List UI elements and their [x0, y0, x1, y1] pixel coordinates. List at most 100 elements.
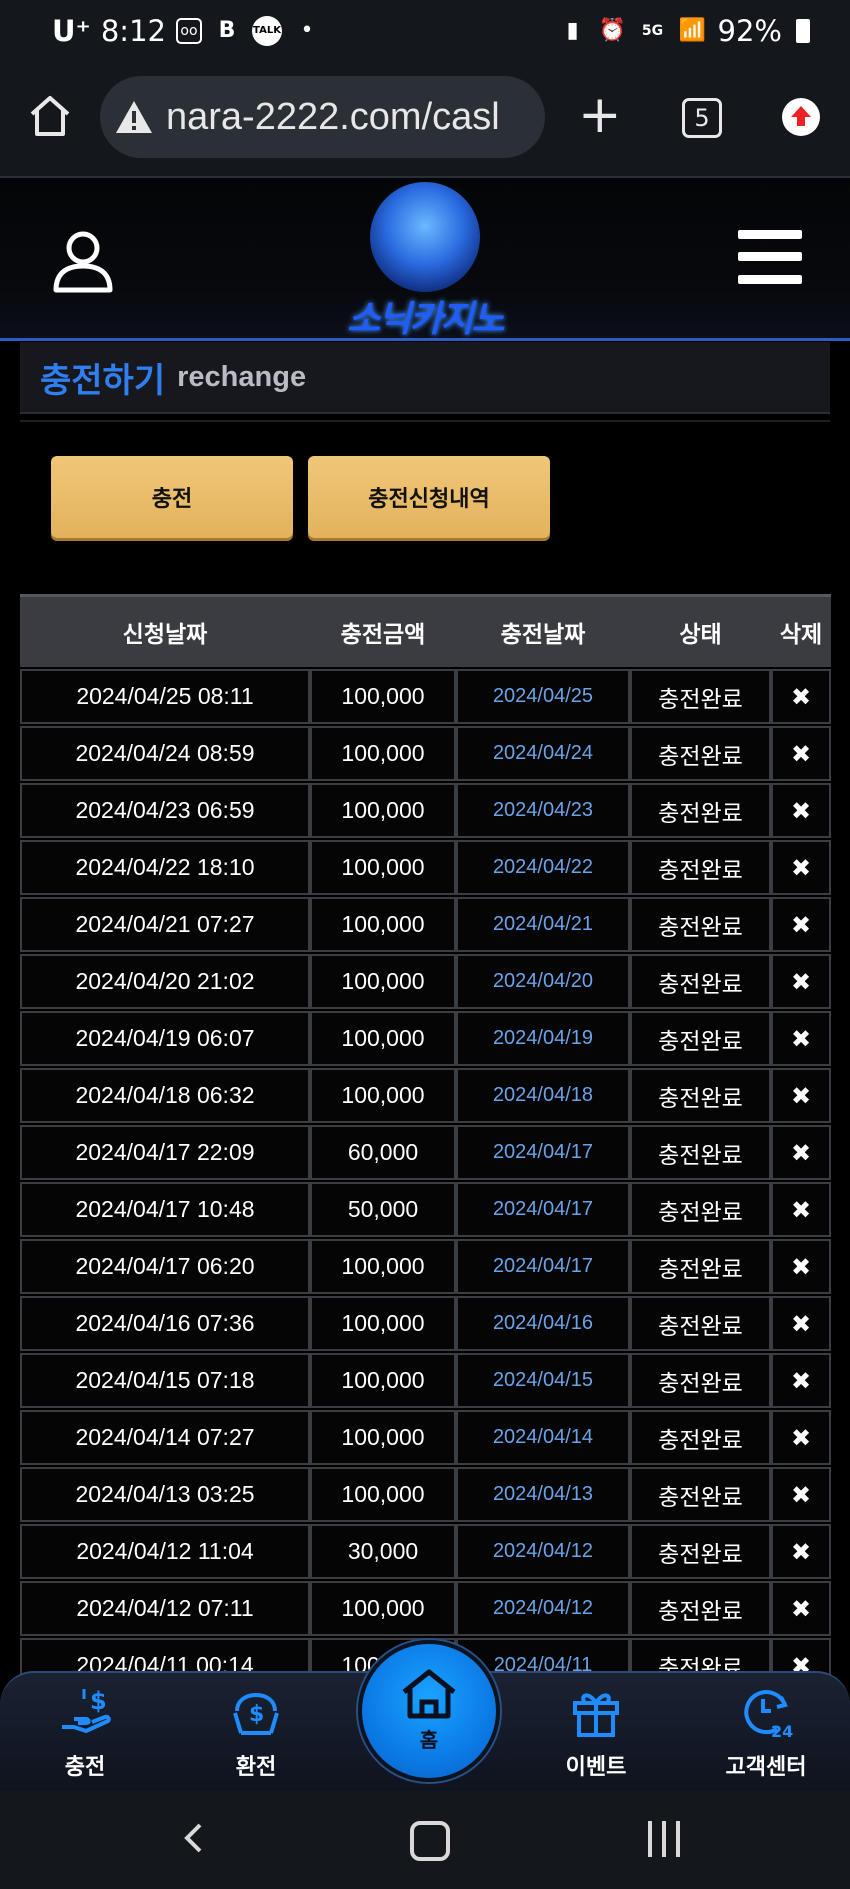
update-icon[interactable]	[782, 98, 820, 136]
amount-cell: 100,000	[310, 1296, 456, 1351]
table-header: 신청날짜 충전금액 충전날짜 상태 삭제	[20, 594, 831, 667]
table-row: 2024/04/12 11:04 30,000 2024/04/12 충전완료 ✖	[20, 1524, 831, 1579]
charge-date-cell[interactable]: 2024/04/17	[456, 1239, 630, 1294]
browser-home-icon[interactable]	[26, 92, 74, 140]
delete-icon[interactable]: ✖	[771, 1467, 831, 1522]
delete-icon[interactable]: ✖	[771, 1524, 831, 1579]
delete-icon[interactable]: ✖	[771, 1011, 831, 1066]
delete-icon[interactable]: ✖	[771, 897, 831, 952]
status-cell: 충전완료	[630, 1125, 771, 1180]
delete-icon[interactable]: ✖	[771, 1353, 831, 1408]
alarm-icon: ⏰	[598, 18, 627, 43]
gift-icon	[573, 1693, 619, 1737]
section-title-kr: 충전하기	[40, 360, 166, 401]
table-row: 2024/04/13 03:25 100,000 2024/04/13 충전완료 ✖	[20, 1467, 831, 1522]
charge-date-cell[interactable]: 2024/04/12	[456, 1524, 630, 1579]
nav-charge[interactable]: $ 충전	[25, 1683, 145, 1783]
delete-icon[interactable]: ✖	[771, 954, 831, 1009]
status-bar: U⁺ 8:12 oo B TALK • ▮ ⏰ 5G 📶 92%	[0, 0, 850, 70]
svg-text:24: 24	[771, 1722, 793, 1741]
table-row: 2024/04/17 10:48 50,000 2024/04/17 충전완료 ✖	[20, 1182, 831, 1237]
charge-date-cell[interactable]: 2024/04/18	[456, 1068, 630, 1123]
nav-home-label: 홈	[419, 1728, 439, 1752]
delete-icon[interactable]: ✖	[771, 1125, 831, 1180]
charge-date-cell[interactable]: 2024/04/17	[456, 1125, 630, 1180]
request-date-cell: 2024/04/24 08:59	[20, 726, 310, 781]
tab-count-button[interactable]: 5	[682, 98, 722, 138]
table-row: 2024/04/24 08:59 100,000 2024/04/24 충전완료 ✖	[20, 726, 831, 781]
charge-date-cell[interactable]: 2024/04/14	[456, 1410, 630, 1465]
table-row: 2024/04/22 18:10 100,000 2024/04/22 충전완료 ✖	[20, 840, 831, 895]
delete-icon[interactable]: ✖	[771, 840, 831, 895]
charge-date-cell[interactable]: 2024/04/13	[456, 1467, 630, 1522]
amount-cell: 100,000	[310, 954, 456, 1009]
user-icon[interactable]	[52, 230, 114, 294]
charge-date-cell[interactable]: 2024/04/12	[456, 1581, 630, 1636]
charge-date-cell[interactable]: 2024/04/22	[456, 840, 630, 895]
request-date-cell: 2024/04/19 06:07	[20, 1011, 310, 1066]
nav-event[interactable]: 이벤트	[536, 1683, 656, 1783]
charge-button[interactable]: 충전	[51, 456, 293, 538]
android-home-icon[interactable]	[410, 1821, 450, 1861]
status-cell: 충전완료	[630, 1410, 771, 1465]
charge-date-cell[interactable]: 2024/04/17	[456, 1182, 630, 1237]
delete-icon[interactable]: ✖	[771, 1068, 831, 1123]
back-icon[interactable]	[178, 1821, 212, 1855]
charge-date-cell[interactable]: 2024/04/21	[456, 897, 630, 952]
delete-icon[interactable]: ✖	[771, 1182, 831, 1237]
charge-date-cell[interactable]: 2024/04/23	[456, 783, 630, 838]
table-row: 2024/04/12 07:11 100,000 2024/04/12 충전완료 ✖	[20, 1581, 831, 1636]
support-24-icon: 24	[744, 1690, 793, 1741]
delete-icon[interactable]: ✖	[771, 783, 831, 838]
carrier-label: U⁺	[52, 14, 91, 48]
charge-date-cell[interactable]: 2024/04/19	[456, 1011, 630, 1066]
table-row: 2024/04/20 21:02 100,000 2024/04/20 충전완료 ✖	[20, 954, 831, 1009]
hamburger-menu-icon[interactable]	[738, 230, 802, 284]
charge-date-cell[interactable]: 2024/04/25	[456, 669, 630, 724]
amount-cell: 100,000	[310, 840, 456, 895]
kakaotalk-icon: TALK	[251, 16, 282, 46]
delete-icon[interactable]: ✖	[771, 1410, 831, 1465]
charge-history-button[interactable]: 충전신청내역	[308, 456, 550, 538]
status-cell: 충전완료	[630, 669, 771, 724]
status-time: 8:12	[100, 14, 166, 48]
charge-date-cell[interactable]: 2024/04/20	[456, 954, 630, 1009]
nav-exchange[interactable]: $ 환전	[196, 1683, 316, 1783]
amount-cell: 100,000	[310, 1068, 456, 1123]
delete-icon[interactable]: ✖	[771, 1581, 831, 1636]
request-date-cell: 2024/04/17 10:48	[20, 1182, 310, 1237]
delete-icon[interactable]: ✖	[771, 1239, 831, 1294]
delete-icon[interactable]: ✖	[771, 669, 831, 724]
table-row: 2024/04/17 06:20 100,000 2024/04/17 충전완료 ✖	[20, 1239, 831, 1294]
delete-icon[interactable]: ✖	[771, 726, 831, 781]
url-bar[interactable]: nara-2222.com/casl	[100, 76, 545, 158]
charge-date-cell[interactable]: 2024/04/24	[456, 726, 630, 781]
table-row: 2024/04/15 07:18 100,000 2024/04/15 충전완료 ✖	[20, 1353, 831, 1408]
header-status: 상태	[679, 622, 722, 648]
table-row: 2024/04/17 22:09 60,000 2024/04/17 충전완료 ✖	[20, 1125, 831, 1180]
new-tab-icon[interactable]: +	[578, 89, 622, 141]
request-date-cell: 2024/04/16 07:36	[20, 1296, 310, 1351]
delete-icon[interactable]: ✖	[771, 1296, 831, 1351]
site-logo[interactable]: 소닉카지노	[320, 182, 530, 340]
table-row: 2024/04/19 06:07 100,000 2024/04/19 충전완료 ✖	[20, 1011, 831, 1066]
browser-toolbar: nara-2222.com/casl + 5	[0, 70, 850, 178]
signal-icon: 📶	[678, 18, 707, 43]
status-cell: 충전완료	[630, 1239, 771, 1294]
nav-home-button[interactable]: 홈	[358, 1640, 500, 1782]
divider	[20, 420, 830, 422]
request-date-cell: 2024/04/21 07:27	[20, 897, 310, 952]
amount-cell: 100,000	[310, 1239, 456, 1294]
exchange-money-icon: $	[233, 1692, 279, 1735]
request-date-cell: 2024/04/22 18:10	[20, 840, 310, 895]
charge-date-cell[interactable]: 2024/04/16	[456, 1296, 630, 1351]
b-app-icon: B	[218, 18, 236, 43]
request-date-cell: 2024/04/14 07:27	[20, 1410, 310, 1465]
table-row: 2024/04/18 06:32 100,000 2024/04/18 충전완료 ✖	[20, 1068, 831, 1123]
header-charge-date: 충전날짜	[500, 622, 586, 648]
nav-support[interactable]: 24 고객센터	[706, 1683, 826, 1783]
request-date-cell: 2024/04/17 22:09	[20, 1125, 310, 1180]
amount-cell: 100,000	[310, 897, 456, 952]
recent-apps-icon[interactable]	[648, 1821, 682, 1857]
charge-date-cell[interactable]: 2024/04/15	[456, 1353, 630, 1408]
